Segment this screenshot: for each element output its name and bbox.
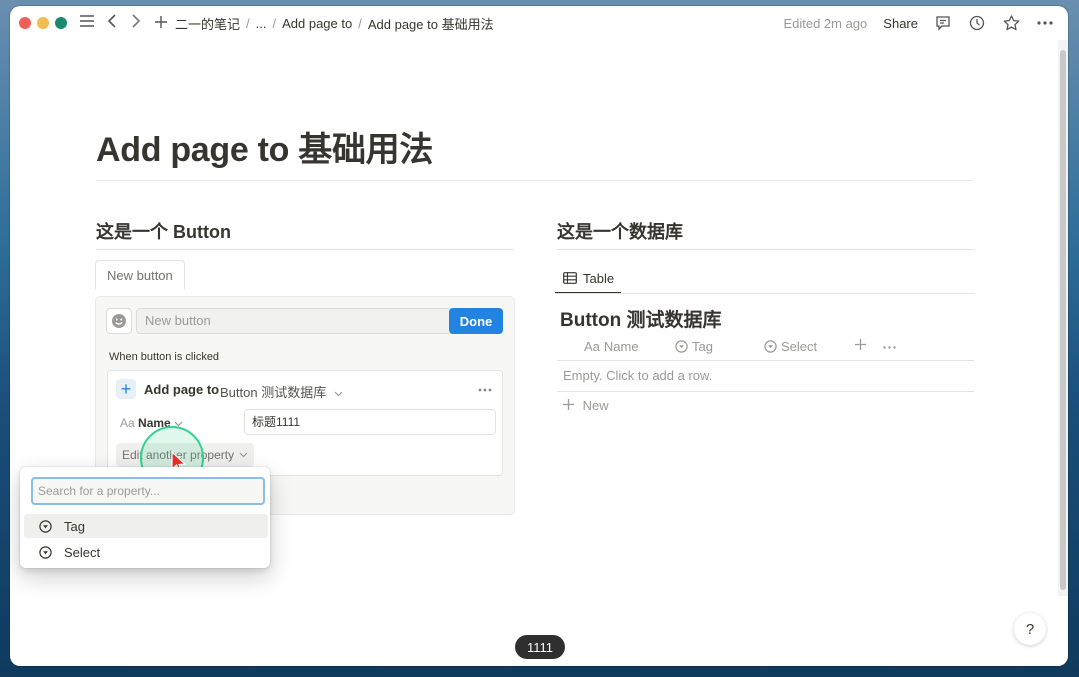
action-type-label: Add page to (144, 382, 220, 397)
column-header-label: Tag (692, 339, 713, 354)
tab-new-button[interactable]: New button (95, 260, 185, 289)
chevron-down-icon (334, 391, 343, 397)
action-more-icon[interactable] (478, 379, 492, 396)
add-column-plus-icon[interactable] (855, 339, 866, 350)
breadcrumb-separator: / (272, 15, 277, 31)
view-tabs-divider (555, 293, 974, 294)
trigger-label: When button is clicked (109, 351, 220, 363)
table-header-divider (557, 360, 974, 361)
favorite-star-icon[interactable] (1002, 14, 1020, 32)
share-button[interactable]: Share (883, 16, 918, 31)
property-option-label: Tag (64, 518, 85, 534)
app-window: 二一的笔记 / ... / Add page to / Add page to … (10, 6, 1068, 666)
section-divider (557, 249, 974, 250)
emoji-picker-button[interactable] (106, 308, 132, 334)
breadcrumb-separator: / (246, 15, 250, 31)
scrollbar-thumb[interactable] (1060, 50, 1066, 590)
vertical-scrollbar[interactable] (1058, 40, 1068, 596)
column-header-label: Name (603, 339, 639, 354)
done-button[interactable]: Done (449, 308, 503, 334)
help-button[interactable]: ? (1014, 613, 1046, 645)
select-icon (39, 545, 52, 559)
select-icon (764, 340, 777, 353)
select-icon (675, 340, 688, 353)
property-search-input[interactable]: Search for a property... (31, 477, 265, 505)
property-search-popup: Search for a property... Tag Select (20, 467, 270, 568)
smiley-icon (112, 314, 126, 328)
traffic-lights (19, 17, 67, 29)
plus-icon: + (116, 379, 136, 399)
breadcrumb-separator: / (358, 15, 362, 31)
breadcrumb-item-ellipsis[interactable]: ... (256, 16, 267, 31)
top-right-actions: Edited 2m ago Share (783, 6, 1054, 40)
property-option-select[interactable]: Select (24, 540, 268, 564)
breadcrumb-item-notes[interactable]: 二一的笔记 (175, 14, 240, 33)
select-icon (39, 519, 52, 533)
page-title[interactable]: Add page to 基础用法 (96, 122, 433, 171)
forward-arrow-icon[interactable] (131, 14, 141, 32)
new-row-button[interactable]: New (563, 398, 609, 413)
page-counter-badge: 1111 (515, 635, 565, 659)
more-options-icon[interactable] (1036, 14, 1054, 32)
tab-table-label: Table (583, 270, 615, 286)
target-database-dropdown[interactable]: Button 测试数据库 (220, 382, 343, 401)
database-section-heading[interactable]: 这是一个数据库 (557, 218, 683, 244)
plus-icon (563, 399, 574, 410)
table-row-divider (557, 391, 974, 392)
target-database-label: Button 测试数据库 (220, 385, 327, 400)
comments-icon[interactable] (934, 14, 952, 32)
text-type-icon: Aa (120, 416, 135, 430)
back-arrow-icon[interactable] (107, 14, 117, 32)
empty-table-message[interactable]: Empty. Click to add a row. (563, 368, 712, 383)
column-header-tag[interactable]: Tag (675, 339, 713, 354)
column-header-label: Select (781, 339, 818, 354)
chevron-down-icon (239, 452, 248, 458)
table-header-row: Aa Name Tag Select (560, 336, 973, 360)
text-type-icon: Aa (584, 339, 600, 354)
updates-clock-icon[interactable] (968, 14, 986, 32)
tab-table-view[interactable]: Table (555, 264, 622, 294)
new-page-plus-icon[interactable] (155, 15, 167, 32)
table-icon (563, 272, 577, 284)
column-header-select[interactable]: Select (764, 339, 817, 354)
column-header-name[interactable]: Aa Name (584, 339, 639, 354)
edited-timestamp: Edited 2m ago (783, 15, 868, 31)
title-divider (96, 180, 974, 181)
breadcrumb-item-current[interactable]: Add page to 基础用法 (368, 14, 494, 33)
new-row-label: New (582, 398, 609, 413)
sidebar-menu-icon[interactable] (79, 14, 95, 32)
top-bar: 二一的笔记 / ... / Add page to / Add page to … (10, 6, 1068, 40)
button-name-input[interactable]: New button (136, 308, 460, 334)
name-value-input[interactable]: 标题1111 (244, 409, 496, 435)
zoom-window-button[interactable] (55, 17, 67, 29)
button-section-heading[interactable]: 这是一个 Button (96, 218, 231, 244)
breadcrumb-item-add-page-to[interactable]: Add page to (282, 16, 352, 31)
section-divider (96, 249, 514, 250)
property-option-label: Select (64, 544, 101, 560)
property-option-tag[interactable]: Tag (24, 514, 268, 538)
tab-new-button-label: New button (107, 267, 173, 283)
close-window-button[interactable] (19, 17, 31, 29)
breadcrumb: 二一的笔记 / ... / Add page to / Add page to … (175, 14, 494, 33)
minimize-window-button[interactable] (37, 17, 49, 29)
database-title[interactable]: Button 测试数据库 (560, 305, 721, 332)
column-more-icon[interactable] (883, 346, 896, 349)
